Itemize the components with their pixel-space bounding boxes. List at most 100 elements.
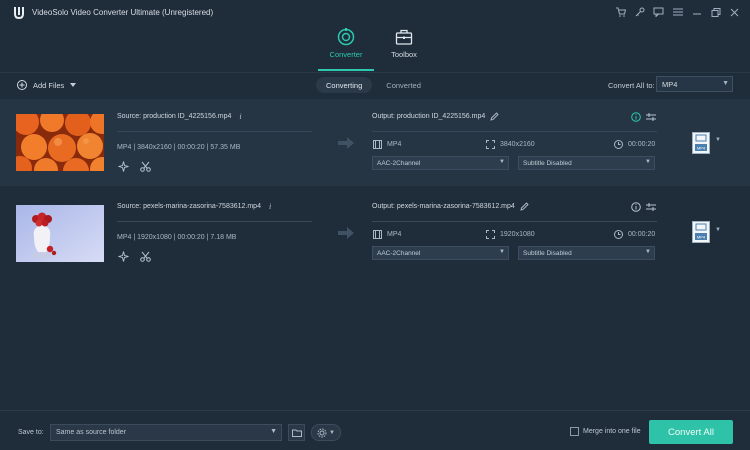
chevron-down-icon[interactable]: ▼	[715, 227, 721, 233]
source-filename: Source: pexels-marina-zasorina-7583612.m…	[117, 202, 271, 211]
film-icon	[373, 230, 382, 239]
save-to-label: Save to:	[18, 429, 44, 436]
output-format-button[interactable]: MP4	[692, 221, 710, 243]
convert-all-format-value: MP4	[662, 79, 678, 89]
merge-checkbox[interactable]: Merge into one file	[570, 427, 641, 436]
edit-icon[interactable]	[520, 202, 529, 211]
enhance-icon[interactable]	[117, 250, 129, 262]
source-filename-text: Source: pexels-marina-zasorina-7583612.m…	[117, 203, 261, 210]
chevron-down-icon[interactable]: ▼	[270, 428, 277, 435]
info-icon[interactable]: i	[269, 202, 271, 211]
toolbox-icon	[395, 29, 413, 45]
close-icon[interactable]	[725, 4, 744, 20]
file-row[interactable]: Source: pexels-marina-zasorina-7583612.m…	[0, 189, 750, 276]
audio-track-value: AAC-2Channel	[377, 249, 421, 257]
arrow-right-icon	[338, 137, 354, 149]
audio-track-select[interactable]: AAC-2Channel ▼	[372, 246, 509, 260]
audio-track-select[interactable]: AAC-2Channel ▼	[372, 156, 509, 170]
output-format-spec: MP4	[373, 140, 401, 149]
divider	[372, 221, 657, 222]
save-path-value: Same as source folder	[56, 429, 127, 436]
chevron-down-icon: ▼	[645, 159, 651, 165]
output-duration-value: 00:00:20	[628, 141, 656, 148]
app-logo-icon	[12, 5, 26, 19]
converter-icon	[337, 28, 355, 46]
subtab-converting[interactable]: Converting	[316, 77, 373, 93]
add-icon	[17, 80, 27, 90]
open-folder-button[interactable]	[288, 424, 305, 441]
tab-toolbox[interactable]: Toolbox	[382, 28, 426, 59]
maximize-icon[interactable]	[706, 4, 725, 20]
info-icon[interactable]: i	[239, 112, 241, 121]
add-files-label: Add Files	[33, 80, 65, 90]
output-resolution-value: 3840x2160	[500, 141, 535, 148]
subtitle-value: Subtitle Disabled	[523, 159, 572, 167]
minimize-icon[interactable]	[687, 4, 706, 20]
output-resolution-spec: 3840x2160	[486, 140, 535, 149]
output-format-button[interactable]: MP4	[692, 132, 710, 154]
edit-icon[interactable]	[490, 112, 499, 121]
feedback-icon[interactable]	[649, 4, 668, 20]
output-filename: Output: pexels-marina-zasorina-7583612.m…	[372, 202, 529, 211]
cart-icon[interactable]	[611, 4, 630, 20]
video-thumbnail[interactable]	[16, 205, 104, 262]
settings-sliders-icon[interactable]	[646, 202, 656, 212]
tab-converter[interactable]: Converter	[324, 28, 368, 59]
active-tab-indicator	[318, 69, 374, 71]
convert-all-format-select[interactable]: MP4 ▼	[656, 76, 733, 92]
info-circle-icon[interactable]	[631, 202, 641, 212]
bottom-bar: Save to: Same as source folder ▼ ▼ Merge…	[0, 410, 750, 450]
menu-icon[interactable]	[668, 4, 687, 20]
clock-icon	[614, 140, 623, 149]
output-format-value: MP4	[387, 141, 402, 148]
subtitle-select[interactable]: Subtitle Disabled ▼	[518, 246, 655, 260]
subtab-converted[interactable]: Converted	[376, 77, 431, 93]
output-resolution-spec: 1920x1080	[486, 230, 535, 239]
chevron-down-icon[interactable]	[70, 83, 77, 87]
key-icon[interactable]	[630, 4, 649, 20]
title-bar: VideoSolo Video Converter Ultimate (Unre…	[0, 0, 750, 24]
subtitle-value: Subtitle Disabled	[523, 249, 572, 257]
info-circle-icon[interactable]	[631, 112, 641, 122]
save-path-select[interactable]: Same as source folder ▼	[50, 424, 315, 441]
chevron-down-icon: ▼	[722, 80, 729, 87]
merge-label: Merge into one file	[583, 428, 641, 435]
subtitle-select[interactable]: Subtitle Disabled ▼	[518, 156, 655, 170]
chevron-down-icon[interactable]: ▼	[715, 137, 721, 143]
output-filename-text: Output: pexels-marina-zasorina-7583612.m…	[372, 203, 515, 210]
main-nav: Converter Toolbox	[0, 28, 750, 71]
merge-checkbox-box[interactable]	[570, 427, 579, 436]
cut-icon[interactable]	[139, 160, 151, 172]
output-duration-spec: 00:00:20	[614, 140, 655, 149]
cut-icon[interactable]	[139, 250, 151, 262]
app-title: VideoSolo Video Converter Ultimate (Unre…	[32, 7, 214, 17]
divider	[117, 131, 312, 132]
tab-converter-label: Converter	[329, 50, 363, 59]
add-files-button[interactable]: Add Files	[17, 80, 77, 90]
output-duration-value: 00:00:20	[628, 231, 656, 238]
divider	[372, 131, 657, 132]
format-badge-text: MP4	[697, 146, 706, 151]
output-filename-text: Output: production ID_4225156.mp4	[372, 113, 486, 120]
convert-all-button[interactable]: Convert All	[649, 420, 733, 444]
file-row[interactable]: Source: production ID_4225156.mp4 i MP4 …	[0, 99, 750, 186]
divider	[117, 221, 312, 222]
source-meta: MP4 | 1920x1080 | 00:00:20 | 7.18 MB	[117, 234, 237, 241]
arrow-right-icon	[338, 227, 354, 239]
resize-icon	[486, 230, 495, 239]
clock-icon	[614, 230, 623, 239]
chevron-down-icon: ▼	[499, 249, 505, 255]
tab-toolbox-label: Toolbox	[391, 50, 417, 59]
settings-sliders-icon[interactable]	[646, 112, 656, 122]
output-duration-spec: 00:00:20	[614, 230, 655, 239]
chevron-down-icon: ▼	[499, 159, 505, 165]
output-format-value: MP4	[387, 231, 402, 238]
folder-icon	[291, 429, 302, 437]
video-thumbnail[interactable]	[16, 114, 104, 171]
film-icon	[373, 140, 382, 149]
source-meta: MP4 | 3840x2160 | 00:00:20 | 57.35 MB	[117, 144, 241, 151]
source-filename: Source: production ID_4225156.mp4 i	[117, 112, 242, 121]
enhance-icon[interactable]	[117, 160, 129, 172]
output-settings-button[interactable]: ▼	[311, 424, 341, 441]
output-filename: Output: production ID_4225156.mp4	[372, 112, 499, 121]
